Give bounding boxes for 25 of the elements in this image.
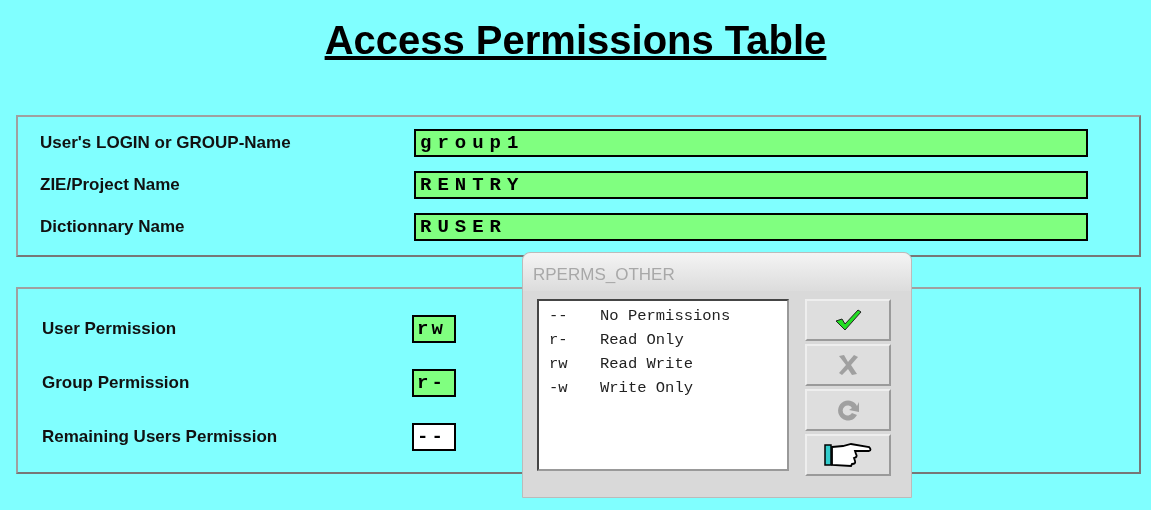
field-label: Group Permission	[42, 373, 191, 393]
ok-button[interactable]	[805, 299, 891, 341]
x-icon	[837, 353, 859, 377]
list-item[interactable]: r- Read Only	[549, 331, 787, 349]
field-label: ZIE/Project Name	[40, 175, 181, 195]
text-field[interactable]: RENTRY	[414, 171, 1088, 199]
list-item[interactable]: -w Write Only	[549, 379, 787, 397]
options-list[interactable]: -- No Permissions r- Read Only rw Read Write -w Write Only	[537, 299, 789, 471]
dialog-title: RPERMS_OTHER	[523, 253, 911, 291]
field-label: Remaining Users Permission	[42, 427, 279, 447]
page-title: Access Permissions Table	[324, 18, 827, 62]
pointer-button[interactable]	[805, 434, 891, 476]
text-field[interactable]: RUSER	[414, 213, 1088, 241]
field-label: Dictionnary Name	[40, 217, 186, 237]
field-label: User's LOGIN or GROUP-Name	[40, 133, 292, 153]
permission-field[interactable]: --	[412, 423, 456, 451]
text-field[interactable]: group1	[414, 129, 1088, 157]
list-item[interactable]: -- No Permissions	[549, 307, 787, 325]
pointing-hand-icon	[823, 442, 873, 468]
permission-field[interactable]: rw	[412, 315, 456, 343]
refresh-icon	[835, 398, 861, 422]
permission-field[interactable]: r-	[412, 369, 456, 397]
checkmark-icon	[834, 308, 862, 332]
list-item[interactable]: rw Read Write	[549, 355, 787, 373]
field-label: User Permission	[42, 319, 178, 339]
